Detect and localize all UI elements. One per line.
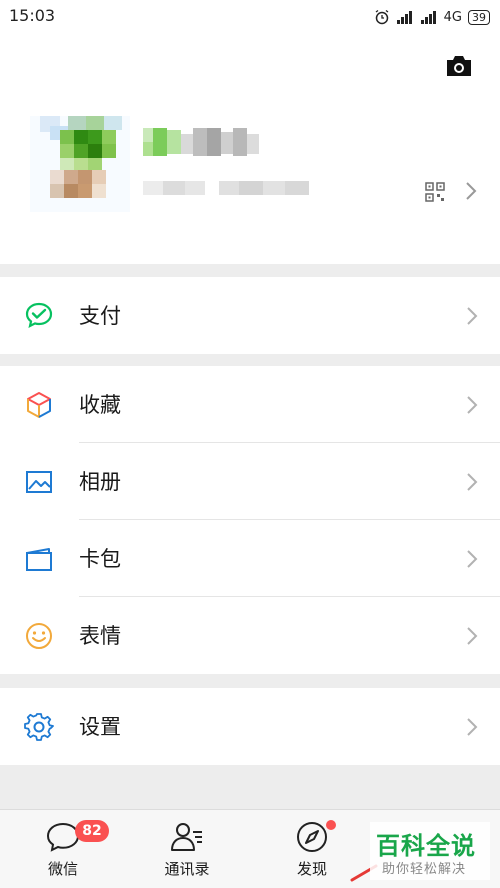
hd-signal-icon bbox=[420, 11, 436, 24]
chevron-right-icon bbox=[467, 473, 478, 491]
signal-icon bbox=[396, 11, 412, 24]
menu-item-album[interactable]: 相册 bbox=[0, 443, 500, 520]
menu-item-favorites[interactable]: 收藏 bbox=[0, 366, 500, 443]
chevron-right-icon[interactable] bbox=[464, 180, 478, 202]
smiley-icon bbox=[26, 623, 52, 649]
menu-item-pay[interactable]: 支付 bbox=[0, 277, 500, 354]
watermark: 百科全说 助你轻松解决 bbox=[370, 822, 490, 880]
status-time: 15:03 bbox=[9, 6, 56, 25]
menu-label-favorites: 收藏 bbox=[79, 393, 121, 417]
tab-label-contacts: 通讯录 bbox=[164, 860, 210, 878]
gear-icon bbox=[24, 713, 54, 741]
avatar[interactable] bbox=[30, 116, 130, 212]
menu-label-pay: 支付 bbox=[79, 304, 121, 328]
cube-icon bbox=[27, 392, 51, 418]
menu-item-settings[interactable]: 设置 bbox=[0, 688, 500, 765]
chevron-right-icon bbox=[467, 718, 478, 736]
battery-indicator: 39 bbox=[468, 9, 490, 25]
picture-icon bbox=[26, 471, 52, 493]
new-dot-badge bbox=[326, 820, 336, 830]
chevron-right-icon bbox=[467, 550, 478, 568]
menu-group-pay: 支付 bbox=[0, 277, 500, 354]
status-icons: 4G 39 bbox=[374, 7, 490, 27]
nickname-blurred bbox=[143, 128, 259, 156]
menu-label-settings: 设置 bbox=[79, 715, 121, 739]
watermark-subtitle: 助你轻松解决 bbox=[382, 862, 467, 877]
menu-group-main: 收藏 相册 卡包 表情 bbox=[0, 366, 500, 674]
menu-item-stickers[interactable]: 表情 bbox=[0, 597, 500, 674]
compass-icon bbox=[297, 822, 327, 852]
menu-item-cards[interactable]: 卡包 bbox=[0, 520, 500, 597]
network-type: 4G bbox=[443, 9, 462, 25]
tab-label-chats: 微信 bbox=[47, 860, 78, 878]
chevron-right-icon bbox=[467, 307, 478, 325]
chevron-right-icon bbox=[467, 396, 478, 414]
menu-group-settings: 设置 bbox=[0, 688, 500, 765]
contacts-icon bbox=[171, 823, 202, 851]
profile-header[interactable] bbox=[0, 34, 500, 264]
tab-chats[interactable]: 82 微信 bbox=[3, 810, 123, 888]
menu-label-stickers: 表情 bbox=[79, 624, 121, 648]
card-icon bbox=[26, 548, 52, 571]
chevron-right-icon bbox=[467, 627, 478, 645]
tab-contacts[interactable]: 通讯录 bbox=[127, 810, 247, 888]
qr-code-icon[interactable] bbox=[425, 182, 445, 202]
unread-badge: 82 bbox=[75, 820, 109, 842]
status-bar: 15:03 4G 39 bbox=[0, 0, 500, 34]
alarm-icon bbox=[375, 9, 389, 25]
menu-label-cards: 卡包 bbox=[79, 547, 121, 571]
menu-label-album: 相册 bbox=[79, 470, 121, 494]
wechat-pay-icon bbox=[25, 302, 53, 329]
watermark-title: 百科全说 bbox=[376, 832, 476, 860]
wechat-id-blurred bbox=[143, 181, 309, 195]
camera-icon[interactable] bbox=[444, 54, 474, 78]
